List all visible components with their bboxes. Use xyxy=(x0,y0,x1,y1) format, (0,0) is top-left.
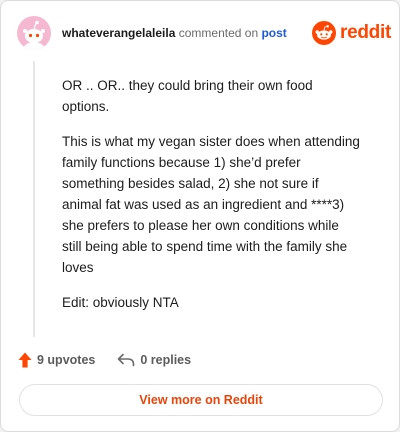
reply-button[interactable]: 0 replies xyxy=(117,353,191,367)
reddit-brand[interactable]: reddit xyxy=(312,21,391,45)
comment-paragraph: OR .. OR.. they could bring their own fo… xyxy=(62,78,313,114)
comment-actions: 9 upvotes 0 replies xyxy=(18,350,191,370)
comment-paragraph: Edit: obviously NTA xyxy=(62,295,179,310)
upvote-button[interactable]: 9 upvotes xyxy=(18,352,95,368)
post-link[interactable]: post xyxy=(261,26,286,40)
reply-arrow-icon xyxy=(118,353,135,367)
avatar[interactable] xyxy=(17,16,51,50)
username-link[interactable]: whateverangelaleila xyxy=(62,26,175,40)
upvote-arrow-icon xyxy=(18,352,32,368)
snoo-avatar-icon xyxy=(22,20,46,50)
reddit-logo-icon xyxy=(312,21,336,45)
comment-body: OR .. OR.. they could bring their own fo… xyxy=(62,75,362,327)
comment-header: whateverangelaleila commented on post xyxy=(62,26,287,40)
commented-on-text: commented on xyxy=(178,26,259,40)
embedded-comment-card: whateverangelaleila commented on post re… xyxy=(0,0,400,432)
reply-count: 0 replies xyxy=(140,353,192,367)
reddit-wordmark: reddit xyxy=(340,22,391,43)
upvote-count: 9 upvotes xyxy=(37,353,96,367)
view-more-button[interactable]: View more on Reddit xyxy=(19,384,383,416)
comment-paragraph: This is what my vegan sister does when a… xyxy=(62,134,360,275)
thread-line xyxy=(33,61,35,337)
